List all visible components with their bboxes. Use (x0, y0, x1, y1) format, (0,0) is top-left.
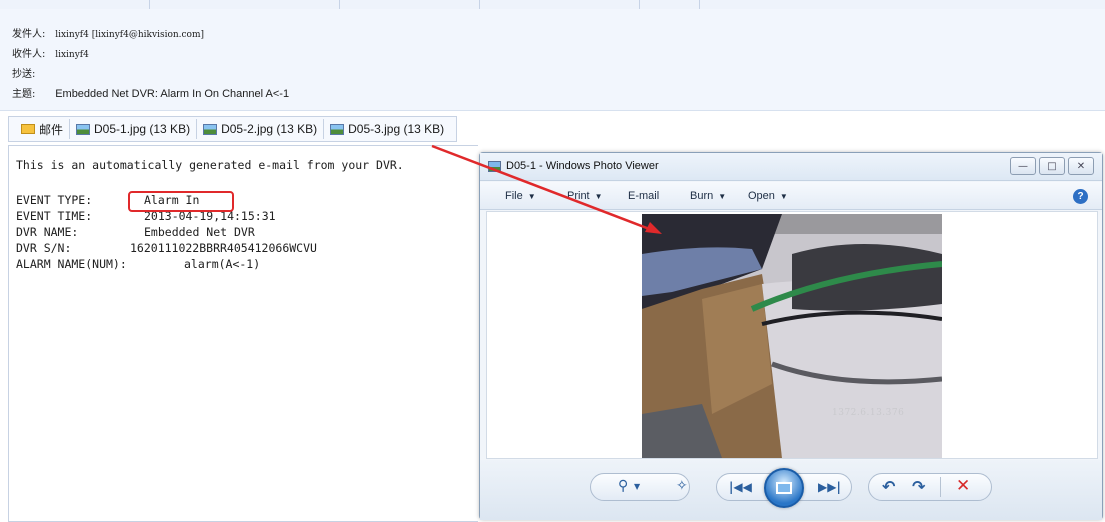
annotation-arrow (431, 144, 662, 234)
email-client-window: 发件人: lixinyf4 [lixinyf4@hikvision.com] 收… (0, 0, 1105, 522)
